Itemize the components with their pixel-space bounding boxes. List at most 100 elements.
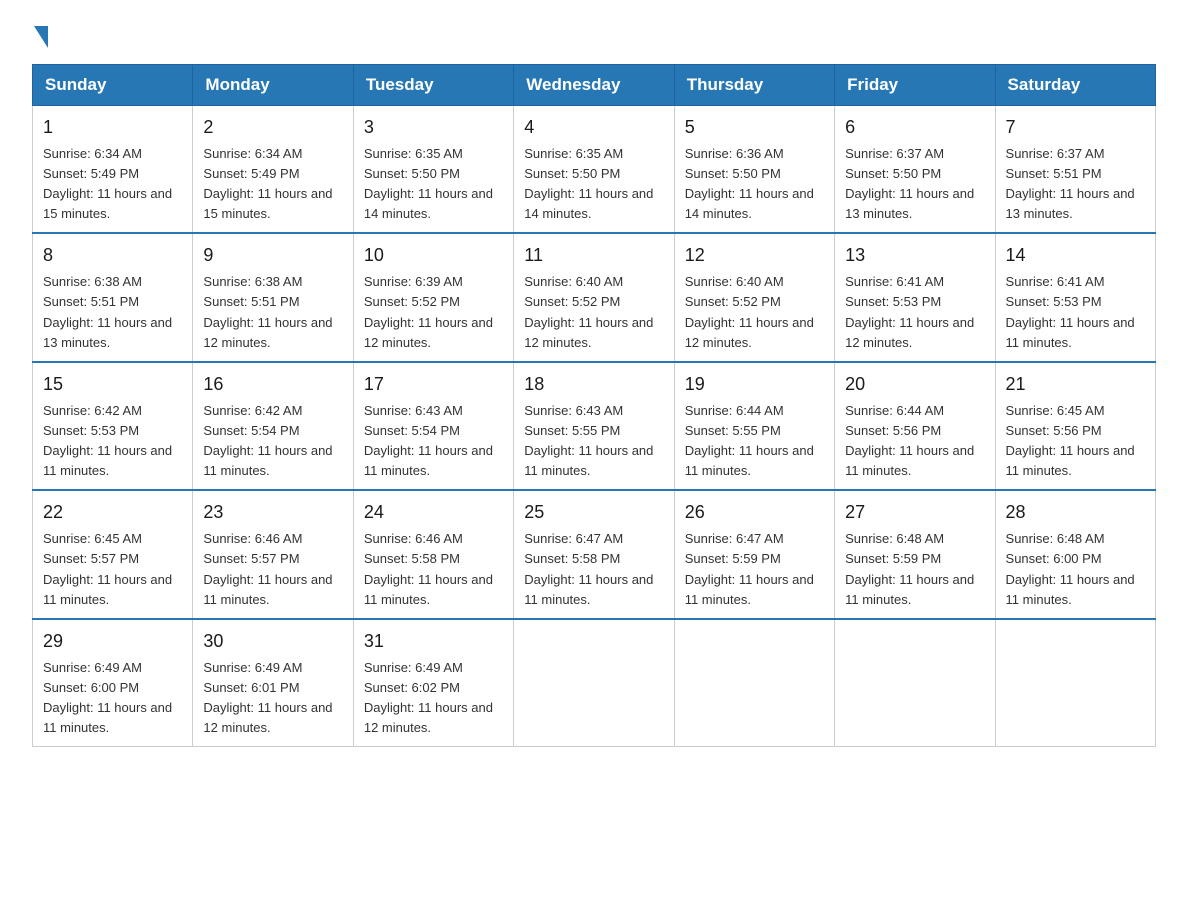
day-info: Sunrise: 6:43 AMSunset: 5:55 PMDaylight:… xyxy=(524,401,663,482)
day-number: 6 xyxy=(845,114,984,142)
calendar-cell: 28Sunrise: 6:48 AMSunset: 6:00 PMDayligh… xyxy=(995,490,1155,618)
day-number: 29 xyxy=(43,628,182,656)
day-info: Sunrise: 6:40 AMSunset: 5:52 PMDaylight:… xyxy=(685,272,824,353)
day-number: 20 xyxy=(845,371,984,399)
calendar-cell: 17Sunrise: 6:43 AMSunset: 5:54 PMDayligh… xyxy=(353,362,513,490)
day-info: Sunrise: 6:44 AMSunset: 5:56 PMDaylight:… xyxy=(845,401,984,482)
calendar-cell: 7Sunrise: 6:37 AMSunset: 5:51 PMDaylight… xyxy=(995,106,1155,234)
calendar-cell: 1Sunrise: 6:34 AMSunset: 5:49 PMDaylight… xyxy=(33,106,193,234)
calendar-cell: 31Sunrise: 6:49 AMSunset: 6:02 PMDayligh… xyxy=(353,619,513,747)
col-saturday: Saturday xyxy=(995,65,1155,106)
day-number: 22 xyxy=(43,499,182,527)
day-info: Sunrise: 6:46 AMSunset: 5:57 PMDaylight:… xyxy=(203,529,342,610)
calendar-cell: 4Sunrise: 6:35 AMSunset: 5:50 PMDaylight… xyxy=(514,106,674,234)
calendar-cell: 14Sunrise: 6:41 AMSunset: 5:53 PMDayligh… xyxy=(995,233,1155,361)
day-info: Sunrise: 6:47 AMSunset: 5:58 PMDaylight:… xyxy=(524,529,663,610)
day-info: Sunrise: 6:46 AMSunset: 5:58 PMDaylight:… xyxy=(364,529,503,610)
day-info: Sunrise: 6:36 AMSunset: 5:50 PMDaylight:… xyxy=(685,144,824,225)
day-number: 18 xyxy=(524,371,663,399)
day-number: 15 xyxy=(43,371,182,399)
day-info: Sunrise: 6:34 AMSunset: 5:49 PMDaylight:… xyxy=(43,144,182,225)
day-info: Sunrise: 6:49 AMSunset: 6:00 PMDaylight:… xyxy=(43,658,182,739)
day-number: 16 xyxy=(203,371,342,399)
calendar-cell: 10Sunrise: 6:39 AMSunset: 5:52 PMDayligh… xyxy=(353,233,513,361)
day-number: 7 xyxy=(1006,114,1145,142)
day-info: Sunrise: 6:48 AMSunset: 6:00 PMDaylight:… xyxy=(1006,529,1145,610)
day-info: Sunrise: 6:47 AMSunset: 5:59 PMDaylight:… xyxy=(685,529,824,610)
day-number: 23 xyxy=(203,499,342,527)
col-tuesday: Tuesday xyxy=(353,65,513,106)
day-number: 17 xyxy=(364,371,503,399)
day-info: Sunrise: 6:35 AMSunset: 5:50 PMDaylight:… xyxy=(364,144,503,225)
day-info: Sunrise: 6:44 AMSunset: 5:55 PMDaylight:… xyxy=(685,401,824,482)
calendar-cell xyxy=(514,619,674,747)
col-thursday: Thursday xyxy=(674,65,834,106)
logo xyxy=(32,24,50,46)
calendar-cell: 22Sunrise: 6:45 AMSunset: 5:57 PMDayligh… xyxy=(33,490,193,618)
calendar-page: Sunday Monday Tuesday Wednesday Thursday… xyxy=(0,0,1188,771)
day-number: 14 xyxy=(1006,242,1145,270)
day-number: 5 xyxy=(685,114,824,142)
week-row-5: 29Sunrise: 6:49 AMSunset: 6:00 PMDayligh… xyxy=(33,619,1156,747)
day-info: Sunrise: 6:49 AMSunset: 6:01 PMDaylight:… xyxy=(203,658,342,739)
day-number: 8 xyxy=(43,242,182,270)
col-monday: Monday xyxy=(193,65,353,106)
calendar-cell: 29Sunrise: 6:49 AMSunset: 6:00 PMDayligh… xyxy=(33,619,193,747)
day-info: Sunrise: 6:48 AMSunset: 5:59 PMDaylight:… xyxy=(845,529,984,610)
page-header xyxy=(32,24,1156,46)
calendar-cell: 18Sunrise: 6:43 AMSunset: 5:55 PMDayligh… xyxy=(514,362,674,490)
calendar-cell: 3Sunrise: 6:35 AMSunset: 5:50 PMDaylight… xyxy=(353,106,513,234)
calendar-cell: 11Sunrise: 6:40 AMSunset: 5:52 PMDayligh… xyxy=(514,233,674,361)
day-number: 4 xyxy=(524,114,663,142)
calendar-cell: 20Sunrise: 6:44 AMSunset: 5:56 PMDayligh… xyxy=(835,362,995,490)
day-number: 21 xyxy=(1006,371,1145,399)
day-number: 27 xyxy=(845,499,984,527)
day-info: Sunrise: 6:37 AMSunset: 5:50 PMDaylight:… xyxy=(845,144,984,225)
calendar-cell: 21Sunrise: 6:45 AMSunset: 5:56 PMDayligh… xyxy=(995,362,1155,490)
day-info: Sunrise: 6:40 AMSunset: 5:52 PMDaylight:… xyxy=(524,272,663,353)
calendar-cell: 23Sunrise: 6:46 AMSunset: 5:57 PMDayligh… xyxy=(193,490,353,618)
day-number: 24 xyxy=(364,499,503,527)
day-number: 2 xyxy=(203,114,342,142)
calendar-cell: 15Sunrise: 6:42 AMSunset: 5:53 PMDayligh… xyxy=(33,362,193,490)
day-number: 12 xyxy=(685,242,824,270)
day-number: 3 xyxy=(364,114,503,142)
day-info: Sunrise: 6:34 AMSunset: 5:49 PMDaylight:… xyxy=(203,144,342,225)
calendar-cell: 8Sunrise: 6:38 AMSunset: 5:51 PMDaylight… xyxy=(33,233,193,361)
day-info: Sunrise: 6:38 AMSunset: 5:51 PMDaylight:… xyxy=(203,272,342,353)
day-info: Sunrise: 6:42 AMSunset: 5:54 PMDaylight:… xyxy=(203,401,342,482)
col-wednesday: Wednesday xyxy=(514,65,674,106)
day-info: Sunrise: 6:49 AMSunset: 6:02 PMDaylight:… xyxy=(364,658,503,739)
day-number: 9 xyxy=(203,242,342,270)
calendar-cell: 26Sunrise: 6:47 AMSunset: 5:59 PMDayligh… xyxy=(674,490,834,618)
calendar-cell: 19Sunrise: 6:44 AMSunset: 5:55 PMDayligh… xyxy=(674,362,834,490)
day-info: Sunrise: 6:39 AMSunset: 5:52 PMDaylight:… xyxy=(364,272,503,353)
header-row: Sunday Monday Tuesday Wednesday Thursday… xyxy=(33,65,1156,106)
calendar-cell: 9Sunrise: 6:38 AMSunset: 5:51 PMDaylight… xyxy=(193,233,353,361)
day-info: Sunrise: 6:41 AMSunset: 5:53 PMDaylight:… xyxy=(1006,272,1145,353)
day-number: 13 xyxy=(845,242,984,270)
day-info: Sunrise: 6:45 AMSunset: 5:57 PMDaylight:… xyxy=(43,529,182,610)
logo-area xyxy=(32,24,50,46)
day-number: 30 xyxy=(203,628,342,656)
col-sunday: Sunday xyxy=(33,65,193,106)
day-info: Sunrise: 6:38 AMSunset: 5:51 PMDaylight:… xyxy=(43,272,182,353)
calendar-cell: 27Sunrise: 6:48 AMSunset: 5:59 PMDayligh… xyxy=(835,490,995,618)
day-info: Sunrise: 6:43 AMSunset: 5:54 PMDaylight:… xyxy=(364,401,503,482)
day-number: 31 xyxy=(364,628,503,656)
calendar-cell: 5Sunrise: 6:36 AMSunset: 5:50 PMDaylight… xyxy=(674,106,834,234)
logo-arrow-icon xyxy=(34,26,48,48)
calendar-cell: 24Sunrise: 6:46 AMSunset: 5:58 PMDayligh… xyxy=(353,490,513,618)
calendar-cell: 2Sunrise: 6:34 AMSunset: 5:49 PMDaylight… xyxy=(193,106,353,234)
week-row-1: 1Sunrise: 6:34 AMSunset: 5:49 PMDaylight… xyxy=(33,106,1156,234)
calendar-cell xyxy=(835,619,995,747)
day-info: Sunrise: 6:45 AMSunset: 5:56 PMDaylight:… xyxy=(1006,401,1145,482)
day-info: Sunrise: 6:42 AMSunset: 5:53 PMDaylight:… xyxy=(43,401,182,482)
calendar-cell: 6Sunrise: 6:37 AMSunset: 5:50 PMDaylight… xyxy=(835,106,995,234)
calendar-cell: 12Sunrise: 6:40 AMSunset: 5:52 PMDayligh… xyxy=(674,233,834,361)
day-number: 11 xyxy=(524,242,663,270)
day-info: Sunrise: 6:37 AMSunset: 5:51 PMDaylight:… xyxy=(1006,144,1145,225)
week-row-4: 22Sunrise: 6:45 AMSunset: 5:57 PMDayligh… xyxy=(33,490,1156,618)
week-row-2: 8Sunrise: 6:38 AMSunset: 5:51 PMDaylight… xyxy=(33,233,1156,361)
day-number: 1 xyxy=(43,114,182,142)
